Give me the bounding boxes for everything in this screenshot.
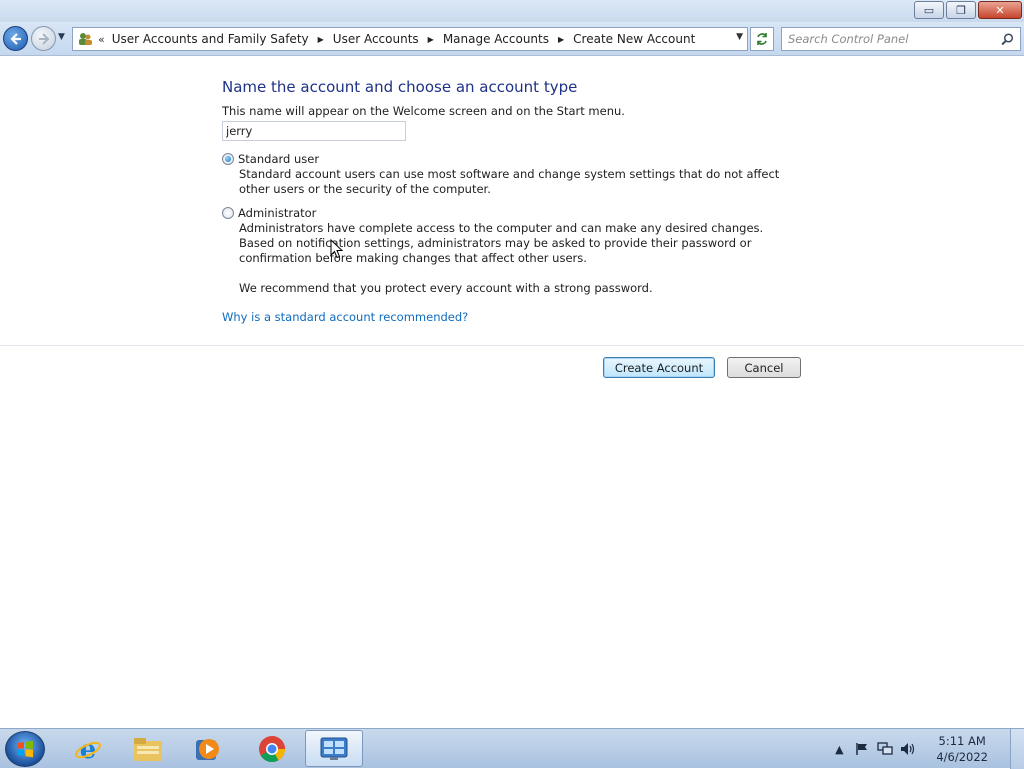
breadcrumb-separator-icon[interactable]: ▶ [318,35,324,44]
breadcrumb-separator-icon[interactable]: ▶ [428,35,434,44]
action-center-flag-icon[interactable] [853,740,871,758]
system-tray: ▲ 5:11 AM 4/6/2022 [830,729,1024,769]
clock-time: 5:11 AM [938,734,986,748]
svg-text:e: e [80,735,97,764]
back-button[interactable] [3,26,28,51]
folder-icon [134,737,162,761]
address-dropdown-icon[interactable]: ▼ [736,32,743,42]
minimize-button[interactable]: ▭ [914,1,944,19]
taskbar-internet-explorer[interactable]: e [59,730,117,767]
breadcrumb-user-accounts-family-safety[interactable]: User Accounts and Family Safety [112,32,309,46]
taskbar-chrome[interactable] [243,730,301,767]
breadcrumb-create-new-account[interactable]: Create New Account [573,32,695,46]
mouse-pointer-icon [330,239,344,259]
refresh-icon [757,33,767,45]
clock-date: 4/6/2022 [936,750,988,764]
internet-explorer-icon: e [75,735,101,764]
taskbar-control-panel[interactable] [305,730,363,767]
divider [0,345,1024,346]
network-icon[interactable] [876,740,894,758]
navigation-bar: ▼ « User Accounts and Family Safety ▶ Us… [0,22,1024,56]
standard-user-label[interactable]: Standard user [238,152,319,166]
show-hidden-icons-icon[interactable]: ▲ [830,740,848,758]
overflow-chevron-icon[interactable]: « [98,33,105,46]
name-description: This name will appear on the Welcome scr… [222,104,625,118]
clock[interactable]: 5:11 AM 4/6/2022 [936,733,988,765]
create-account-button[interactable]: Create Account [603,357,715,378]
restore-button[interactable]: ❐ [946,1,976,19]
close-button[interactable]: ✕ [978,1,1022,19]
control-panel-icon [320,737,348,760]
window-controls: ▭ ❐ ✕ [914,1,1022,19]
recent-pages-dropdown-icon[interactable]: ▼ [58,32,65,42]
breadcrumb-separator-icon[interactable]: ▶ [558,35,564,44]
start-button[interactable] [5,731,45,767]
radio-selected-dot [225,156,231,162]
breadcrumb-user-accounts[interactable]: User Accounts [333,32,419,46]
show-desktop-button[interactable] [1010,729,1024,769]
control-panel-users-icon [77,31,93,47]
search-box[interactable] [781,27,1021,51]
refresh-button[interactable] [750,27,774,51]
administrator-option[interactable]: Administrator [222,206,316,220]
standard-account-help-link[interactable]: Why is a standard account recommended? [222,310,468,324]
chrome-icon [259,735,286,762]
back-arrow-icon [9,32,21,45]
password-recommendation: We recommend that you protect every acco… [239,281,653,295]
account-name-input[interactable] [222,121,406,141]
taskbar-file-explorer[interactable] [119,730,177,767]
administrator-label[interactable]: Administrator [238,206,316,220]
create-account-panel: Name the account and choose an account t… [0,57,1024,728]
window-titlebar: ▭ ❐ ✕ [0,0,1024,22]
volume-icon[interactable] [899,740,917,758]
forward-button[interactable] [31,26,56,51]
taskbar: e ▲ 5:11 AM 4/6/2022 [0,728,1024,769]
taskbar-media-player[interactable] [179,730,237,767]
media-player-icon [196,738,219,760]
administrator-description: Administrators have complete access to t… [239,221,764,265]
standard-user-radio[interactable] [222,153,234,165]
address-bar[interactable]: « User Accounts and Family Safety ▶ User… [72,27,748,51]
breadcrumb-manage-accounts[interactable]: Manage Accounts [443,32,549,46]
forward-arrow-icon [38,32,49,45]
standard-user-option[interactable]: Standard user [222,152,319,166]
cancel-button[interactable]: Cancel [727,357,801,378]
windows-logo-icon [17,740,33,758]
administrator-radio[interactable] [222,207,234,219]
page-title: Name the account and choose an account t… [222,78,578,96]
search-input[interactable] [788,32,998,46]
search-icon[interactable] [998,32,1016,46]
standard-user-description: Standard account users can use most soft… [239,167,780,196]
